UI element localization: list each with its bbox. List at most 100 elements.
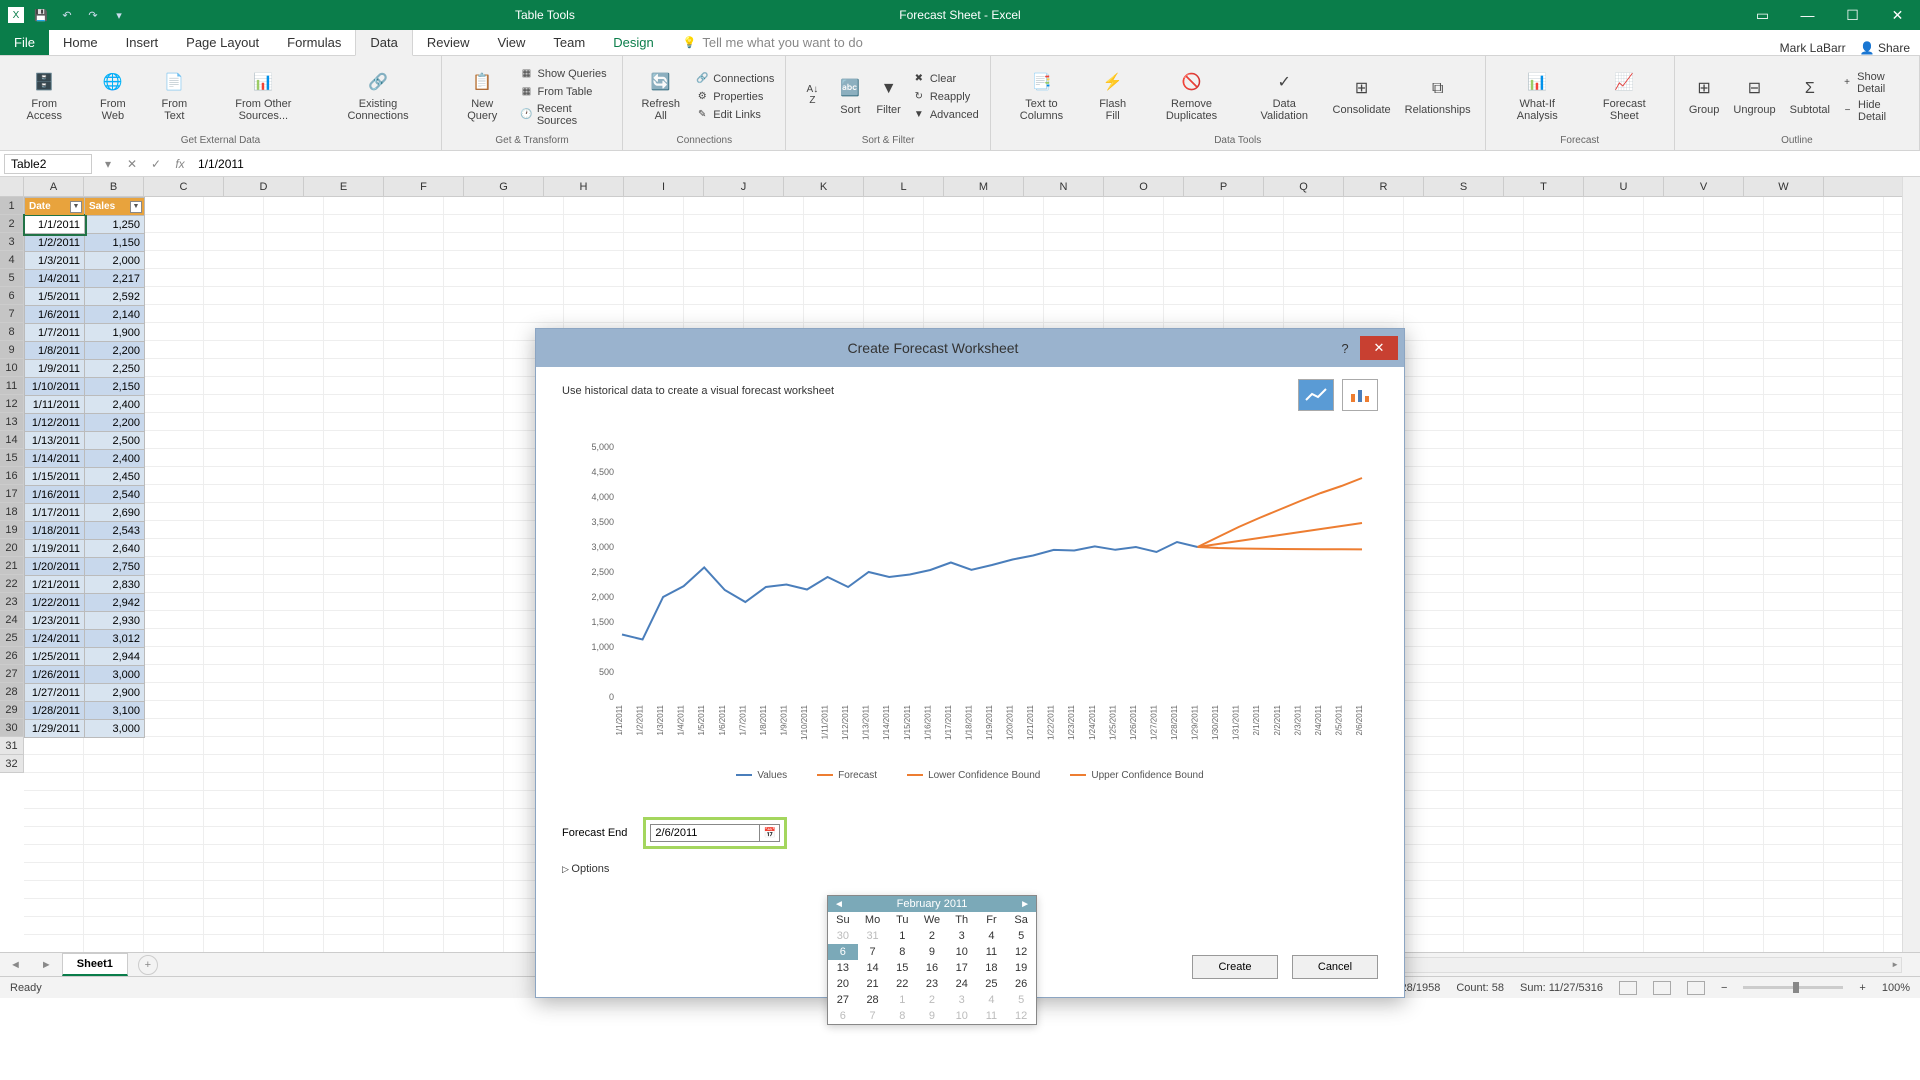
row-header[interactable]: 10 <box>0 359 24 377</box>
table-cell[interactable]: 1/15/2011 <box>25 468 85 486</box>
calendar-day[interactable]: 14 <box>858 960 888 976</box>
row-header[interactable]: 24 <box>0 611 24 629</box>
table-cell[interactable]: 1/9/2011 <box>25 360 85 378</box>
dialog-help-icon[interactable]: ? <box>1330 341 1360 356</box>
row-header[interactable]: 8 <box>0 323 24 341</box>
row-header[interactable]: 4 <box>0 251 24 269</box>
subtotal-button[interactable]: ΣSubtotal <box>1784 60 1836 133</box>
table-cell[interactable]: 1/3/2011 <box>25 252 85 270</box>
data-validation-button[interactable]: ✓Data Validation <box>1244 60 1325 133</box>
column-header[interactable]: K <box>784 177 864 196</box>
row-header[interactable]: 23 <box>0 593 24 611</box>
share-button[interactable]: 👤 Share <box>1860 41 1910 55</box>
calendar-day[interactable]: 5 <box>1006 992 1036 1008</box>
calendar-day[interactable]: 11 <box>977 944 1007 960</box>
table-cell[interactable]: 1/10/2011 <box>25 378 85 396</box>
date-picker-button[interactable]: 📅 <box>760 824 780 842</box>
filter-dropdown-icon[interactable]: ▼ <box>70 201 82 213</box>
table-cell[interactable]: 2,200 <box>85 414 145 432</box>
table-cell[interactable]: 2,750 <box>85 558 145 576</box>
table-cell[interactable]: 2,500 <box>85 432 145 450</box>
table-cell[interactable]: 1/8/2011 <box>25 342 85 360</box>
row-header[interactable]: 5 <box>0 269 24 287</box>
zoom-out-icon[interactable]: − <box>1721 982 1727 994</box>
sort-button[interactable]: 🔤Sort <box>832 60 868 133</box>
table-cell[interactable]: 2,944 <box>85 648 145 666</box>
zoom-level[interactable]: 100% <box>1882 982 1910 994</box>
column-header[interactable]: C <box>144 177 224 196</box>
tab-data[interactable]: Data <box>355 29 412 56</box>
column-header[interactable]: L <box>864 177 944 196</box>
calendar-day[interactable]: 5 <box>1006 928 1036 944</box>
undo-icon[interactable]: ↶ <box>58 6 76 24</box>
column-header[interactable]: I <box>624 177 704 196</box>
table-cell[interactable]: 2,000 <box>85 252 145 270</box>
column-header[interactable]: O <box>1104 177 1184 196</box>
row-header[interactable]: 6 <box>0 287 24 305</box>
dialog-close-button[interactable]: ✕ <box>1360 336 1398 360</box>
table-cell[interactable]: 1/13/2011 <box>25 432 85 450</box>
page-layout-view-icon[interactable] <box>1653 981 1671 995</box>
calendar-day[interactable]: 18 <box>977 960 1007 976</box>
table-cell[interactable]: 1,250 <box>85 216 145 234</box>
properties-button[interactable]: ⚙Properties <box>692 89 777 105</box>
calendar-day[interactable]: 6 <box>828 944 858 960</box>
calendar-day[interactable]: 19 <box>1006 960 1036 976</box>
row-header[interactable]: 3 <box>0 233 24 251</box>
row-header[interactable]: 19 <box>0 521 24 539</box>
row-header[interactable]: 11 <box>0 377 24 395</box>
calendar-day[interactable]: 13 <box>828 960 858 976</box>
calendar-day[interactable]: 4 <box>977 992 1007 1008</box>
column-header[interactable]: A <box>24 177 84 196</box>
table-cell[interactable]: 1/20/2011 <box>25 558 85 576</box>
column-header[interactable]: M <box>944 177 1024 196</box>
tab-formulas[interactable]: Formulas <box>273 30 355 55</box>
calendar-day[interactable]: 30 <box>828 928 858 944</box>
calendar-day[interactable]: 7 <box>858 1008 888 1024</box>
table-cell[interactable]: 1/16/2011 <box>25 486 85 504</box>
column-header[interactable]: G <box>464 177 544 196</box>
consolidate-button[interactable]: ⊞Consolidate <box>1327 60 1397 133</box>
table-cell[interactable]: 1/18/2011 <box>25 522 85 540</box>
from-other-button[interactable]: 📊From Other Sources... <box>206 60 322 133</box>
filter-button[interactable]: ▼Filter <box>870 60 906 133</box>
table-cell[interactable]: 2,900 <box>85 684 145 702</box>
tab-file[interactable]: File <box>0 30 49 55</box>
table-cell[interactable]: 3,000 <box>85 720 145 738</box>
calendar-day[interactable]: 11 <box>977 1008 1007 1024</box>
flash-fill-button[interactable]: ⚡Flash Fill <box>1086 60 1139 133</box>
tab-review[interactable]: Review <box>413 30 484 55</box>
table-cell[interactable]: 1/1/2011 <box>25 216 85 234</box>
table-cell[interactable]: 2,150 <box>85 378 145 396</box>
table-cell[interactable]: 1/5/2011 <box>25 288 85 306</box>
tab-home[interactable]: Home <box>49 30 112 55</box>
table-cell[interactable]: 2,592 <box>85 288 145 306</box>
table-cell[interactable]: 2,543 <box>85 522 145 540</box>
calendar-day[interactable]: 24 <box>947 976 977 992</box>
remove-duplicates-button[interactable]: 🚫Remove Duplicates <box>1141 60 1242 133</box>
table-cell[interactable]: 1/27/2011 <box>25 684 85 702</box>
row-header[interactable]: 14 <box>0 431 24 449</box>
calendar-day[interactable]: 9 <box>917 944 947 960</box>
row-header[interactable]: 17 <box>0 485 24 503</box>
table-cell[interactable]: 1/17/2011 <box>25 504 85 522</box>
calendar-day[interactable]: 20 <box>828 976 858 992</box>
calendar-day[interactable]: 4 <box>977 928 1007 944</box>
create-button[interactable]: Create <box>1192 955 1278 979</box>
table-cell[interactable]: 1,150 <box>85 234 145 252</box>
new-query-button[interactable]: 📋New Query <box>450 60 515 133</box>
tell-me-input[interactable]: Tell me what you want to do <box>678 30 868 55</box>
line-chart-type-button[interactable] <box>1298 379 1334 411</box>
table-cell[interactable]: 1/25/2011 <box>25 648 85 666</box>
calendar-day[interactable]: 21 <box>858 976 888 992</box>
minimize-icon[interactable]: — <box>1785 0 1830 30</box>
save-icon[interactable]: 💾 <box>32 6 50 24</box>
column-header[interactable]: J <box>704 177 784 196</box>
calendar-day[interactable]: 6 <box>828 1008 858 1024</box>
calendar-day[interactable]: 28 <box>858 992 888 1008</box>
sheet-tab[interactable]: Sheet1 <box>62 953 128 976</box>
row-header[interactable]: 27 <box>0 665 24 683</box>
column-header[interactable]: Q <box>1264 177 1344 196</box>
calendar-day[interactable]: 1 <box>887 992 917 1008</box>
calendar-next-icon[interactable]: ► <box>1020 899 1030 910</box>
